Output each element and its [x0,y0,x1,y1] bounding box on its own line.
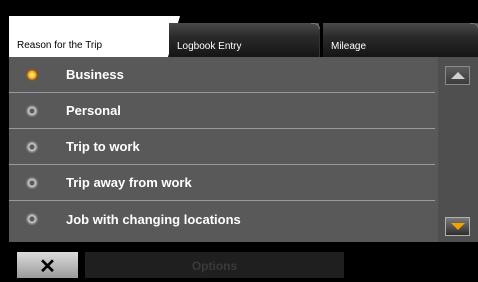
list-item-label: Trip to work [66,139,140,154]
list-item-trip-away-from-work[interactable]: Trip away from work [9,165,435,201]
close-icon: ✕ [39,256,56,278]
scroll-down-arrow-icon[interactable] [445,217,470,236]
list-item-label: Business [66,67,124,82]
tab-label: Reason for the Trip [17,40,103,51]
list-item-personal[interactable]: Personal [9,93,435,129]
radio-icon[interactable] [26,104,38,117]
list-item-label: Trip away from work [66,175,192,190]
radio-icon[interactable] [26,176,38,189]
close-button[interactable]: ✕ [17,252,78,278]
tab-mileage[interactable]: Mileage [323,23,478,57]
tab-bar: Reason for the Trip Logbook Entry Mileag… [9,16,478,57]
list-item-trip-to-work[interactable]: Trip to work [9,129,435,165]
tab-label: Logbook Entry [177,41,242,52]
tab-logbook-entry[interactable]: Logbook Entry [169,23,320,57]
radio-selected-icon[interactable] [26,68,38,81]
reason-list: Business Personal Trip to work Trip away… [9,57,435,237]
list-item-label: Job with changing locations [66,211,241,227]
list-item-label: Personal [66,103,121,118]
radio-icon[interactable] [26,213,38,225]
list-item-business[interactable]: Business [9,57,435,93]
options-button[interactable]: Options [85,252,344,278]
tab-reason-for-trip[interactable]: Reason for the Trip [9,16,180,57]
radio-icon[interactable] [26,140,38,153]
tab-label: Mileage [331,41,367,52]
reason-list-panel: Business Personal Trip to work Trip away… [9,57,478,242]
options-label: Options [191,259,238,273]
scrollbar[interactable] [438,57,478,242]
scroll-up-arrow-icon[interactable] [445,66,470,85]
list-item-job-with-changing-locations[interactable]: Job with changing locations [9,201,435,237]
